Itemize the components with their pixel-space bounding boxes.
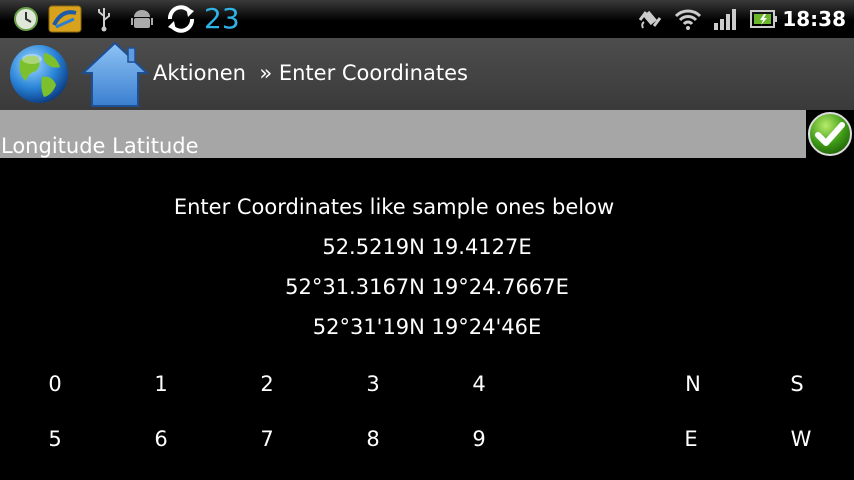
sync-icon [163, 5, 199, 33]
key-east[interactable]: E [661, 418, 721, 460]
coordinates-input[interactable]: Longitude Latitude [0, 110, 806, 158]
key-west[interactable]: W [771, 418, 831, 460]
signal-icon [712, 5, 740, 33]
notification-count: 23 [204, 2, 240, 35]
android-debug-icon [130, 5, 154, 33]
wifi-icon [674, 5, 702, 33]
key-1[interactable]: 1 [131, 363, 191, 405]
checkmark-icon [808, 112, 852, 156]
key-8[interactable]: 8 [343, 418, 403, 460]
key-0[interactable]: 0 [25, 363, 85, 405]
sample-dms: 52°31'19N 19°24'46E [312, 315, 542, 339]
sample-decimal: 52.5219N 19.4127E [322, 235, 532, 259]
key-6[interactable]: 6 [131, 418, 191, 460]
home-icon[interactable] [80, 40, 150, 108]
key-7[interactable]: 7 [237, 418, 297, 460]
status-bar: 23 18:38 [0, 0, 854, 38]
instructions-header: Enter Coordinates like sample ones below [173, 195, 615, 219]
key-5[interactable]: 5 [25, 418, 85, 460]
key-3[interactable]: 3 [343, 363, 403, 405]
key-north[interactable]: N [663, 363, 723, 405]
sample-decimal-minutes: 52°31.3167N 19°24.7667E [285, 275, 569, 299]
confirm-button[interactable] [806, 110, 854, 158]
key-4[interactable]: 4 [449, 363, 509, 405]
clock-icon [12, 5, 40, 33]
action-bar: Aktionen » Enter Coordinates [0, 38, 854, 110]
breadcrumb[interactable]: Aktionen » Enter Coordinates [153, 58, 468, 88]
usb-icon [94, 5, 114, 33]
globe-icon[interactable] [8, 43, 70, 105]
sync-app-icon [47, 5, 83, 33]
battery-icon [750, 5, 778, 33]
gps-icon [636, 5, 664, 33]
clock-time: 18:38 [782, 7, 846, 31]
coordinates-input-value: Longitude Latitude [1, 134, 199, 158]
key-9[interactable]: 9 [449, 418, 509, 460]
key-south[interactable]: S [767, 363, 827, 405]
key-2[interactable]: 2 [237, 363, 297, 405]
